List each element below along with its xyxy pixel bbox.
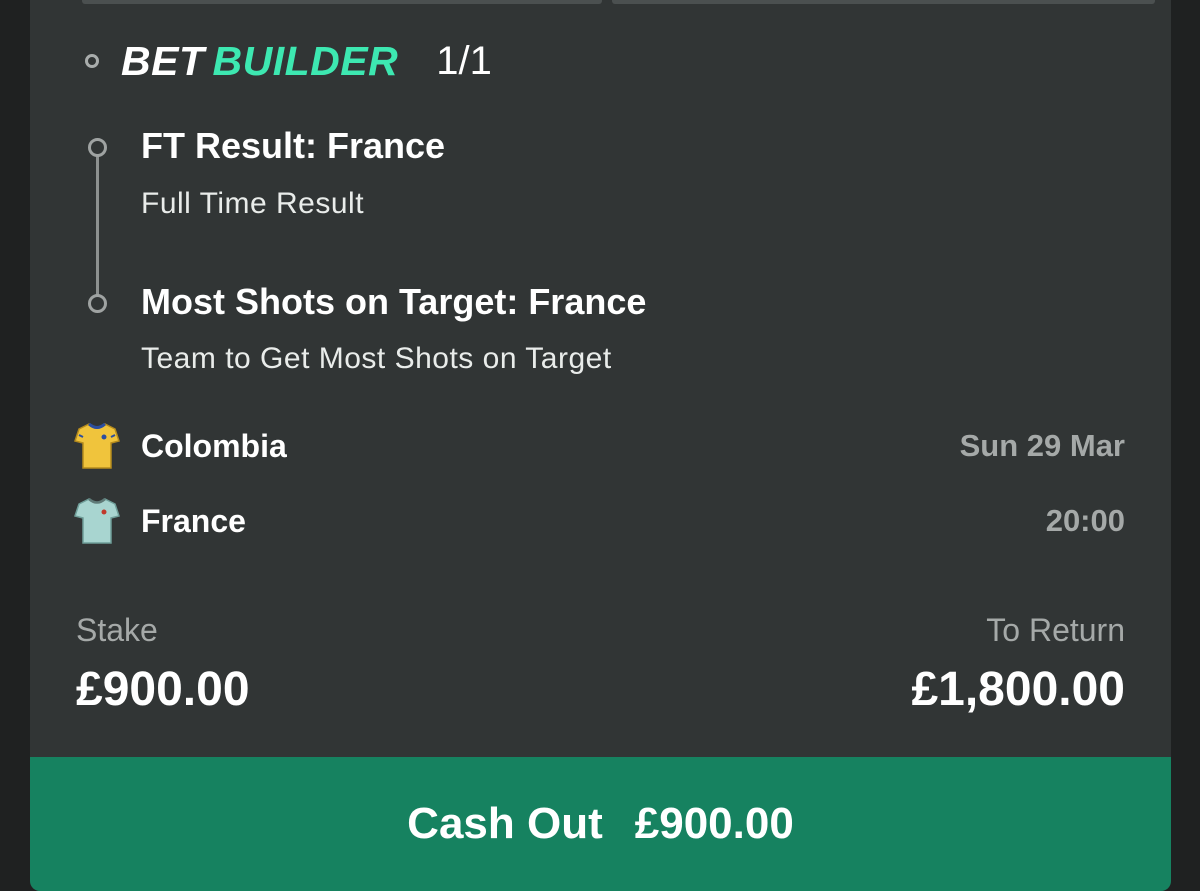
cash-out-label: Cash Out [407,799,603,848]
header-ring-icon [85,54,99,68]
to-return-label: To Return [986,612,1125,648]
away-team-name: France [141,502,246,539]
brand-accent: BUILDER [212,37,399,84]
leg-2-ring-icon [88,294,107,313]
top-divider-right [612,0,1155,4]
match-time: 20:00 [1045,503,1125,538]
yellow-shirt-icon [74,422,120,469]
match-date: Sun 29 Mar [959,428,1125,463]
brand-primary: BET [121,37,205,84]
leg-1-title: FT Result: France [141,125,446,166]
leg-1-subtitle: Full Time Result [141,187,365,220]
cash-out-button[interactable]: Cash Out £900.00 [30,757,1171,891]
home-team-name: Colombia [141,427,287,464]
bet-card: BET BUILDER 1/1 FT Result: France Full Ti… [30,0,1171,891]
leg-2-title: Most Shots on Target: France [141,281,647,322]
bet-builder-logo: BET BUILDER [121,38,398,85]
light-blue-shirt-icon [74,498,120,544]
to-return-value: £1,800.00 [911,663,1125,716]
team-row-away: France 20:00 [74,496,1125,546]
leg-timeline [96,150,99,305]
bet-builder-header: BET BUILDER 1/1 [85,35,492,87]
selection-count: 1/1 [436,38,492,83]
stake-label: Stake [76,612,158,648]
team-row-home: Colombia Sun 29 Mar [74,421,1125,471]
top-divider-left [82,0,602,4]
leg-2-subtitle: Team to Get Most Shots on Target [141,342,612,375]
stake-value: £900.00 [76,663,250,716]
cash-out-amount: £900.00 [634,799,794,848]
leg-1-ring-icon [88,138,107,157]
